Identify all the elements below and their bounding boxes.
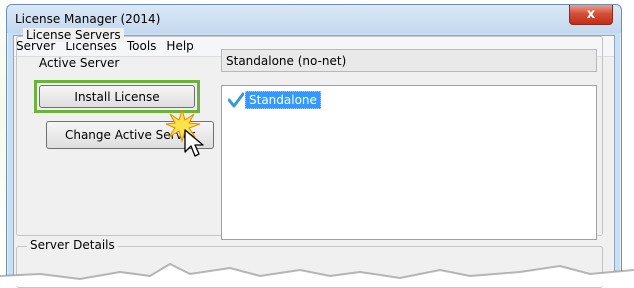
license-servers-legend: License Servers xyxy=(23,28,124,42)
server-list[interactable]: Standalone xyxy=(221,85,597,240)
install-license-label: Install License xyxy=(74,89,160,104)
server-name: Standalone xyxy=(245,91,321,109)
window-title: License Manager (2014) xyxy=(15,12,161,26)
active-server-label: Active Server xyxy=(39,56,120,70)
cursor-icon xyxy=(184,129,204,157)
torn-edge xyxy=(0,262,634,286)
close-button[interactable]: x xyxy=(569,5,613,25)
list-item[interactable]: Standalone xyxy=(228,91,321,109)
install-license-button[interactable]: Install License xyxy=(39,85,195,108)
active-server-field: Standalone (no-net) xyxy=(221,49,597,72)
checkmark-icon[interactable] xyxy=(228,92,244,108)
close-icon: x xyxy=(586,7,596,22)
